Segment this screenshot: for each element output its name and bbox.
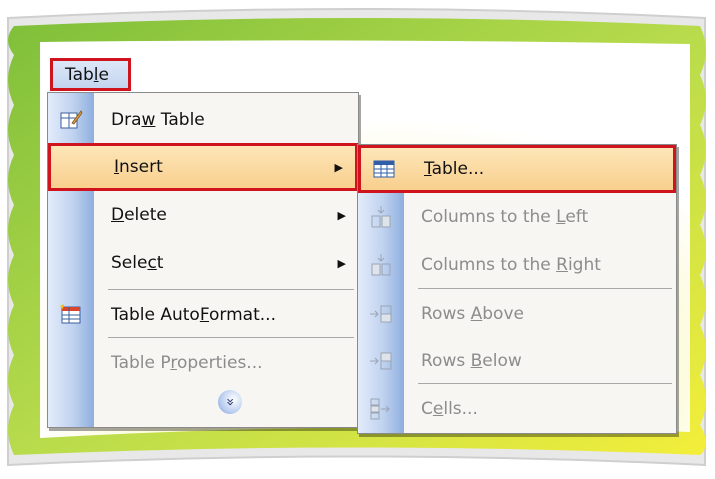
draw-table-icon [58,107,84,133]
submenu-item-rows-above[interactable]: Rows Above [358,290,676,338]
submenu-item-label: Columns to the Right [421,255,601,275]
menubar-table-label: Table [65,64,109,85]
menu-item-insert[interactable]: Insert ▶ [48,143,358,191]
submenu-item-columns-to-the-right[interactable]: Columns to the Right [358,241,676,289]
menu-item-label: Select [111,253,164,273]
insert-columns-left-icon [368,204,394,230]
menu-item-label: Table AutoFormat... [111,305,276,325]
insert-rows-above-icon [368,301,394,327]
submenu-arrow-icon: ▶ [337,256,346,270]
submenu-item-label: Rows Below [421,351,522,371]
submenu-item-columns-to-the-left[interactable]: Columns to the Left [358,193,676,241]
menu-separator [418,383,672,384]
insert-table-icon [371,156,397,182]
menu-separator [108,289,354,290]
submenu-item-label: Columns to the Left [421,207,589,227]
menu-item-label: Draw Table [111,110,205,130]
submenu-arrow-icon: ▶ [334,160,343,174]
submenu-arrow-icon: ▶ [337,208,346,222]
insert-rows-below-icon [368,348,394,374]
menu-item-table-properties[interactable]: Table Properties... [48,339,358,387]
submenu-item-label: Rows Above [421,304,524,324]
table-menu: Draw Table Insert ▶ Delete ▶ Select ▶ Table Aut… [47,92,359,428]
menu-item-delete[interactable]: Delete ▶ [48,191,358,239]
menu-item-table-autoformat[interactable]: Table AutoFormat... [48,291,358,339]
submenu-item-label: Table... [424,159,485,179]
menu-separator [108,337,354,338]
menu-item-label: Delete [111,205,167,225]
table-autoformat-icon [58,302,84,328]
submenu-item-table[interactable]: Table... [358,145,676,193]
submenu-item-cells[interactable]: Cells... [358,385,676,433]
menu-item-label: Table Properties... [111,353,263,373]
submenu-item-rows-below[interactable]: Rows Below [358,337,676,385]
double-chevron-down-icon[interactable]: » [218,390,242,414]
menu-item-label: Insert [114,157,163,177]
menu-separator [418,288,672,289]
submenu-item-label: Cells... [421,399,478,419]
insert-columns-right-icon [368,252,394,278]
insert-cells-icon [368,396,394,422]
insert-submenu: Table... Columns to the Left Columns to th… [357,144,677,434]
menu-item-select[interactable]: Select ▶ [48,239,358,287]
menu-item-draw-table[interactable]: Draw Table [48,96,358,144]
menubar-table[interactable]: Table [50,58,131,91]
